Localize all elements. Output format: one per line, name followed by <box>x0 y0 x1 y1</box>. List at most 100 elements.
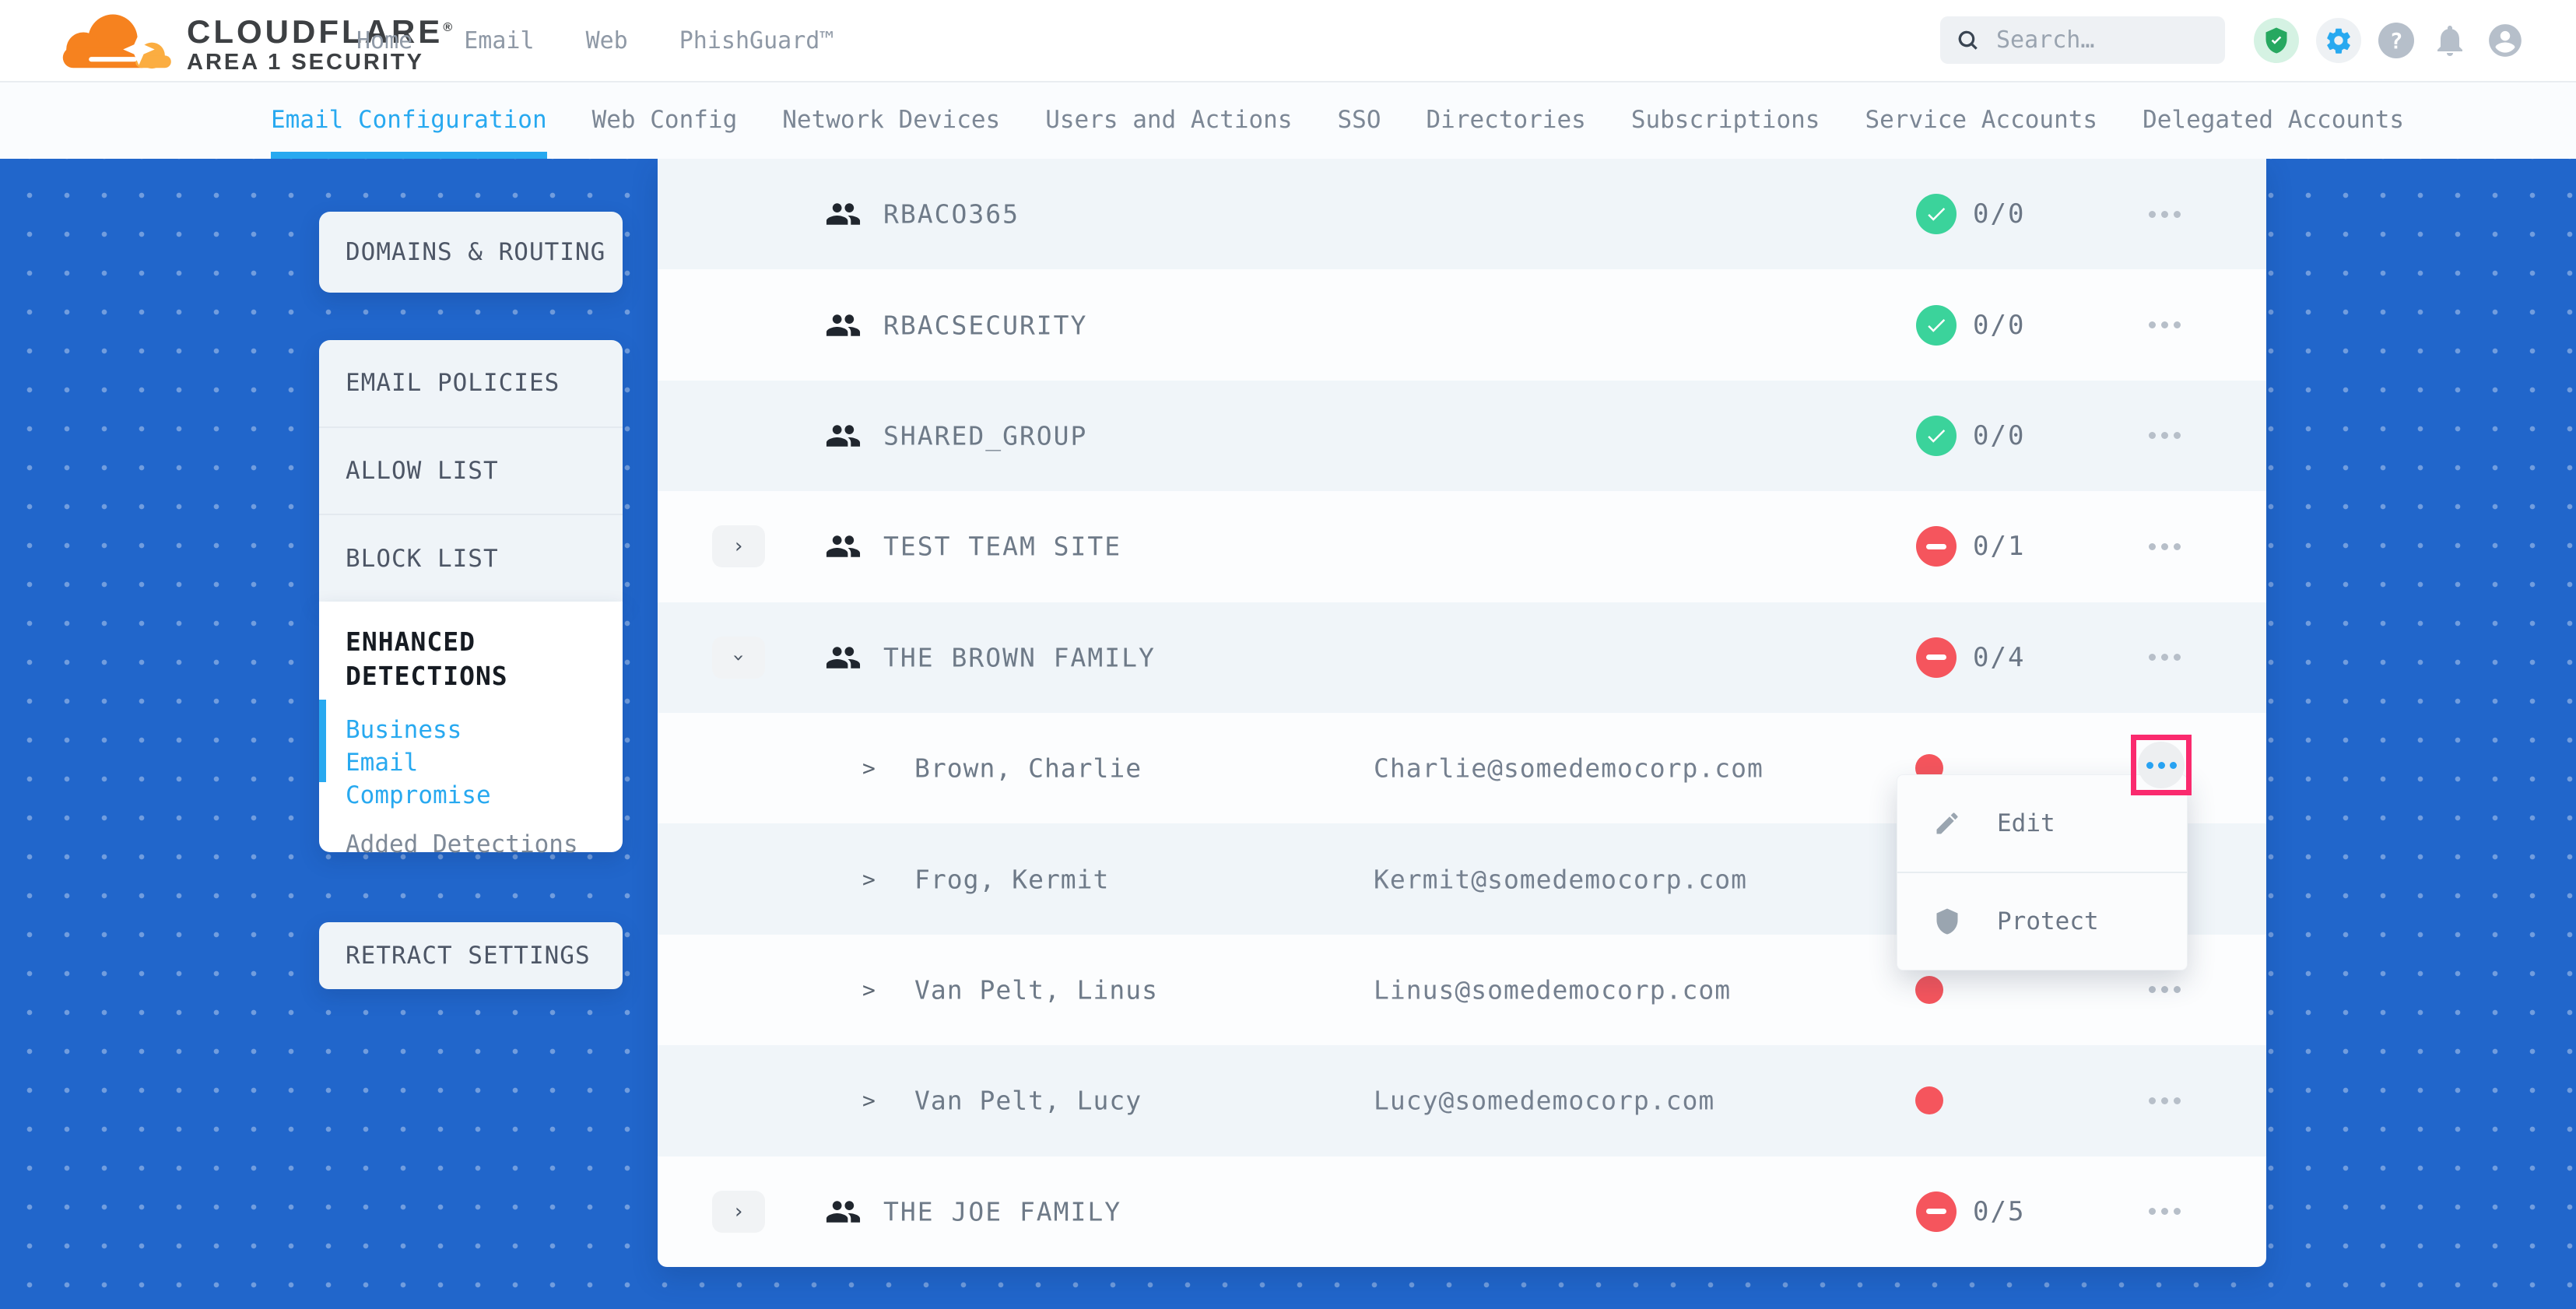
status-badge-blocked-icon <box>1916 526 1957 567</box>
pencil-icon <box>1933 809 1961 837</box>
nav-email[interactable]: Email <box>464 27 534 54</box>
tab-users-and-actions[interactable]: Users and Actions <box>1045 81 1292 159</box>
table-row-group: › TEST TEAM SITE 0/1 <box>658 491 2266 602</box>
sidebar-item-email-policies[interactable]: EMAIL POLICIES <box>319 340 623 428</box>
member-name: Brown, Charlie <box>914 753 1142 784</box>
protected-count: 0/0 <box>1973 198 2025 230</box>
sidebar-item-allow-list[interactable]: ALLOW LIST <box>319 428 623 516</box>
row-menu-button[interactable] <box>2139 1085 2190 1116</box>
group-icon <box>825 307 862 343</box>
status-badge-ok-icon <box>1916 194 1957 234</box>
click-target-highlight <box>2131 735 2192 795</box>
cloudflare-logo-icon[interactable] <box>47 6 179 75</box>
tab-web-config[interactable]: Web Config <box>592 81 738 159</box>
table-row-member: > Van Pelt, Lucy Lucy@somedemocorp.com <box>658 1045 2266 1156</box>
row-menu-button[interactable] <box>2139 420 2190 451</box>
sidebar-link-added-detections[interactable]: Added Detections <box>346 830 599 858</box>
account-icon[interactable] <box>2486 21 2525 60</box>
expand-button[interactable]: › <box>712 1191 765 1233</box>
expand-button[interactable]: › <box>712 525 765 567</box>
protected-count: 0/0 <box>1973 420 2025 451</box>
group-icon <box>825 639 862 676</box>
group-name: TEST TEAM SITE <box>883 532 1121 562</box>
tab-network-devices[interactable]: Network Devices <box>782 81 1000 159</box>
group-name: RBACSECURITY <box>883 310 1087 340</box>
shield-check-icon[interactable] <box>2254 18 2299 63</box>
row-context-menu: Edit Protect <box>1897 774 2188 970</box>
unprotected-dot <box>1915 1086 1943 1114</box>
search-input[interactable] <box>1995 26 2209 54</box>
status-badge-ok-icon <box>1916 416 1957 456</box>
tab-email-configuration[interactable]: Email Configuration <box>271 81 547 159</box>
chevron-right-icon: › <box>732 1200 745 1223</box>
tab-sso[interactable]: SSO <box>1338 81 1381 159</box>
row-menu-button[interactable] <box>2139 1196 2190 1227</box>
chevron-right-icon: › <box>732 535 745 558</box>
row-menu-button-active[interactable] <box>2138 742 2185 788</box>
active-item-indicator <box>319 700 326 782</box>
chevron-right-icon: > <box>862 866 876 892</box>
row-menu-button[interactable] <box>2139 531 2190 562</box>
protected-count: 0/5 <box>1973 1196 2025 1227</box>
group-icon <box>825 1193 862 1230</box>
chevron-right-icon: > <box>862 756 876 781</box>
member-email: Kermit@somedemocorp.com <box>1374 864 1747 894</box>
app-root: CLOUDFLARE® AREA 1 SECURITY Home Email W… <box>0 0 2576 1309</box>
settings-gear-icon[interactable] <box>2316 18 2361 63</box>
group-name: SHARED_GROUP <box>883 420 1087 451</box>
status-badge-ok-icon <box>1916 305 1957 346</box>
row-menu-button[interactable] <box>2139 974 2190 1005</box>
group-icon <box>825 528 862 565</box>
tab-directories[interactable]: Directories <box>1427 81 1586 159</box>
table-row-group: RBACO365 0/0 <box>658 159 2266 269</box>
chevron-right-icon: > <box>862 1088 876 1114</box>
table-row-group-expanded: › THE BROWN FAMILY 0/4 <box>658 602 2266 713</box>
header-icon-row: ? <box>2254 0 2525 81</box>
group-icon <box>825 196 862 233</box>
shield-icon <box>1933 907 1961 935</box>
search-box[interactable] <box>1940 16 2225 64</box>
menu-item-label: Protect <box>1997 907 2099 935</box>
sidebar-policies-card: EMAIL POLICIES ALLOW LIST BLOCK LIST <box>319 340 623 602</box>
member-name: Van Pelt, Lucy <box>914 1086 1142 1116</box>
row-menu-button[interactable] <box>2139 642 2190 673</box>
help-icon[interactable]: ? <box>2378 23 2414 58</box>
table-row-group: › THE JOE FAMILY 0/5 <box>658 1156 2266 1267</box>
menu-item-protect[interactable]: Protect <box>1897 872 2187 970</box>
nav-web[interactable]: Web <box>586 27 628 54</box>
tab-delegated-accounts[interactable]: Delegated Accounts <box>2143 81 2404 159</box>
top-header: CLOUDFLARE® AREA 1 SECURITY Home Email W… <box>0 0 2576 82</box>
sidebar-item-domains-routing[interactable]: DOMAINS & ROUTING <box>319 212 623 293</box>
status-badge-blocked-icon <box>1916 1191 1957 1232</box>
secondary-nav: Email Configuration Web Config Network D… <box>0 81 2576 159</box>
nav-phishguard[interactable]: PhishGuard™ <box>679 27 834 54</box>
tab-subscriptions[interactable]: Subscriptions <box>1631 81 1820 159</box>
chevron-right-icon: > <box>862 977 876 1002</box>
protected-count: 0/1 <box>1973 531 2025 562</box>
status-badge-blocked-icon <box>1916 637 1957 678</box>
sidebar-item-block-list[interactable]: BLOCK LIST <box>319 515 623 602</box>
row-menu-button[interactable] <box>2139 310 2190 341</box>
member-name: Van Pelt, Linus <box>914 974 1158 1005</box>
protected-count: 0/4 <box>1973 642 2025 673</box>
group-name: RBACO365 <box>883 199 1020 230</box>
sidebar-item-retract-settings[interactable]: RETRACT SETTINGS <box>319 922 623 989</box>
member-email: Charlie@somedemocorp.com <box>1374 753 1764 784</box>
search-icon <box>1956 28 1981 53</box>
tab-service-accounts[interactable]: Service Accounts <box>1865 81 2097 159</box>
notifications-bell-icon[interactable] <box>2431 20 2469 61</box>
menu-item-label: Edit <box>1997 809 2055 837</box>
sidebar-item-enhanced-detections[interactable]: ENHANCED DETECTIONS <box>346 625 563 693</box>
collapse-button[interactable]: › <box>712 637 765 679</box>
table-row-group: SHARED_GROUP 0/0 <box>658 381 2266 491</box>
sidebar-link-business-email-compromise[interactable]: Business Email Compromise <box>346 714 540 812</box>
group-icon <box>825 417 862 454</box>
nav-home[interactable]: Home <box>356 27 412 54</box>
unprotected-dot <box>1915 976 1943 1004</box>
top-nav: Home Email Web PhishGuard™ <box>356 0 834 81</box>
help-glyph: ? <box>2390 28 2403 54</box>
row-menu-button[interactable] <box>2139 198 2190 230</box>
table-row-group: RBACSECURITY 0/0 <box>658 269 2266 380</box>
member-email: Linus@somedemocorp.com <box>1374 974 1731 1005</box>
sidebar-enhanced-detections-card: ENHANCED DETECTIONS Business Email Compr… <box>319 602 623 852</box>
